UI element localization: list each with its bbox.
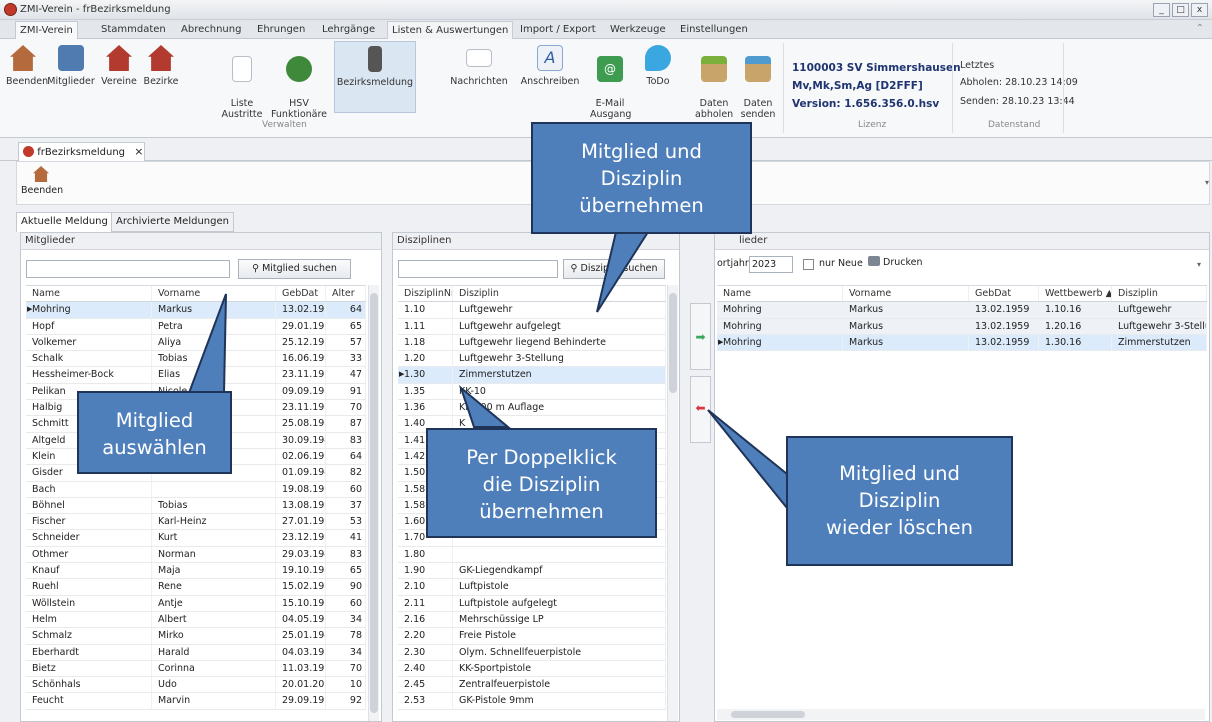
callout-doppelklick: Per Doppelklick die Disziplin übernehmen bbox=[426, 428, 657, 538]
callout-auswaehlen-pointer bbox=[187, 293, 227, 394]
callout-uebernehmen: Mitglied und Disziplin übernehmen bbox=[531, 122, 752, 234]
callout-auswaehlen: Mitglied auswählen bbox=[77, 391, 232, 474]
callout-pointers bbox=[187, 231, 788, 511]
callout-uebernehmen-pointer bbox=[596, 231, 650, 313]
callout-doppelklick-pointer bbox=[458, 384, 511, 428]
callout-loeschen-pointer bbox=[707, 409, 788, 511]
callout-loeschen: Mitglied und Disziplin wieder löschen bbox=[786, 436, 1013, 566]
